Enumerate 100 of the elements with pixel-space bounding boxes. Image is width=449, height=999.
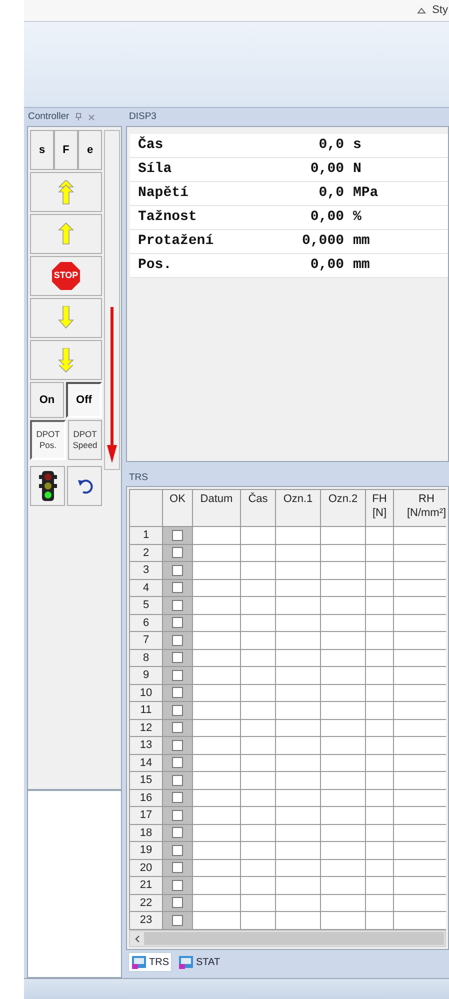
table-cell[interactable] xyxy=(240,596,276,614)
table-cell[interactable] xyxy=(276,806,320,824)
table-cell[interactable] xyxy=(320,876,366,894)
table-cell[interactable] xyxy=(240,544,276,562)
checkbox[interactable] xyxy=(172,722,183,734)
table-cell[interactable] xyxy=(366,684,394,702)
table-cell[interactable] xyxy=(320,719,366,736)
table-cell[interactable] xyxy=(366,702,394,719)
table-cell[interactable] xyxy=(192,684,240,702)
table-cell[interactable] xyxy=(366,789,394,806)
table-cell[interactable] xyxy=(240,526,276,544)
checkbox[interactable] xyxy=(172,914,183,926)
fast-up-button[interactable] xyxy=(30,172,102,212)
table-cell[interactable] xyxy=(366,912,394,929)
column-header[interactable]: RH [N/mm²] xyxy=(394,490,446,526)
table-cell[interactable] xyxy=(366,666,394,684)
column-header[interactable]: Ozn.2 xyxy=(320,490,366,526)
table-cell[interactable] xyxy=(366,649,394,666)
table-cell[interactable] xyxy=(366,772,394,789)
table-cell[interactable] xyxy=(320,894,366,912)
table-cell[interactable] xyxy=(240,842,276,859)
stop-button[interactable]: STOP xyxy=(30,256,102,296)
table-cell[interactable] xyxy=(320,772,366,789)
table-cell[interactable] xyxy=(276,912,320,929)
table-cell[interactable] xyxy=(320,579,366,596)
table-cell[interactable] xyxy=(192,912,240,929)
table-cell[interactable] xyxy=(276,632,320,649)
table-cell[interactable] xyxy=(240,632,276,649)
fast-down-button[interactable] xyxy=(30,340,102,380)
table-cell[interactable] xyxy=(240,579,276,596)
table-cell[interactable] xyxy=(240,702,276,719)
table-cell[interactable] xyxy=(240,719,276,736)
checkbox[interactable] xyxy=(172,670,183,681)
table-cell[interactable] xyxy=(320,632,366,649)
table-cell[interactable] xyxy=(240,859,276,876)
checkbox[interactable] xyxy=(172,792,183,804)
table-cell[interactable] xyxy=(366,876,394,894)
table-cell[interactable] xyxy=(276,666,320,684)
power-button[interactable]: Off xyxy=(66,382,102,418)
column-header[interactable]: FH [N] xyxy=(366,490,394,526)
document-tab[interactable]: TRS xyxy=(128,952,172,972)
table-cell[interactable] xyxy=(192,562,240,579)
checkbox[interactable] xyxy=(172,530,183,541)
table-cell[interactable] xyxy=(320,789,366,806)
table-cell[interactable] xyxy=(276,544,320,562)
table-cell[interactable] xyxy=(240,562,276,579)
table-cell[interactable] xyxy=(240,806,276,824)
table-cell[interactable] xyxy=(276,614,320,632)
column-header[interactable]: OK xyxy=(162,490,192,526)
table-cell[interactable] xyxy=(366,736,394,754)
table-cell[interactable] xyxy=(276,824,320,842)
table-cell[interactable] xyxy=(320,684,366,702)
table-cell[interactable] xyxy=(240,772,276,789)
table-cell[interactable] xyxy=(192,579,240,596)
table-cell[interactable] xyxy=(192,789,240,806)
table-cell[interactable] xyxy=(240,666,276,684)
table-cell[interactable] xyxy=(192,544,240,562)
table-cell[interactable] xyxy=(366,632,394,649)
table-cell[interactable] xyxy=(192,859,240,876)
table-cell[interactable] xyxy=(192,894,240,912)
table-cell[interactable] xyxy=(276,859,320,876)
document-tab[interactable]: STAT xyxy=(176,952,222,972)
checkbox[interactable] xyxy=(172,547,183,558)
table-cell[interactable] xyxy=(192,632,240,649)
table-cell[interactable] xyxy=(320,596,366,614)
table-cell[interactable] xyxy=(320,842,366,859)
checkbox[interactable] xyxy=(172,687,183,698)
power-button[interactable]: On xyxy=(30,382,64,418)
table-cell[interactable] xyxy=(366,754,394,772)
table-cell[interactable] xyxy=(192,842,240,859)
table-cell[interactable] xyxy=(192,614,240,632)
table-cell[interactable] xyxy=(276,719,320,736)
checkbox[interactable] xyxy=(172,582,183,594)
ribbon-tab-label[interactable]: Sty xyxy=(432,2,448,19)
table-cell[interactable] xyxy=(320,649,366,666)
table-cell[interactable] xyxy=(192,772,240,789)
table-cell[interactable] xyxy=(320,859,366,876)
checkbox[interactable] xyxy=(172,774,183,786)
table-cell[interactable] xyxy=(320,614,366,632)
table-cell[interactable] xyxy=(366,596,394,614)
column-header[interactable]: Ozn.1 xyxy=(276,490,320,526)
table-cell[interactable] xyxy=(192,666,240,684)
table-cell[interactable] xyxy=(240,876,276,894)
close-icon[interactable] xyxy=(88,114,96,120)
table-cell[interactable] xyxy=(276,772,320,789)
table-cell[interactable] xyxy=(276,894,320,912)
table-cell[interactable] xyxy=(276,842,320,859)
table-cell[interactable] xyxy=(240,754,276,772)
column-header[interactable]: Datum xyxy=(192,490,240,526)
table-cell[interactable] xyxy=(320,666,366,684)
checkbox[interactable] xyxy=(172,740,183,751)
table-cell[interactable] xyxy=(240,649,276,666)
table-cell[interactable] xyxy=(192,719,240,736)
table-cell[interactable] xyxy=(366,806,394,824)
table-cell[interactable] xyxy=(192,649,240,666)
collapse-icon[interactable] xyxy=(417,7,426,14)
checkbox[interactable] xyxy=(172,757,183,768)
checkbox[interactable] xyxy=(172,844,183,856)
checkbox[interactable] xyxy=(172,897,183,908)
table-cell[interactable] xyxy=(366,562,394,579)
